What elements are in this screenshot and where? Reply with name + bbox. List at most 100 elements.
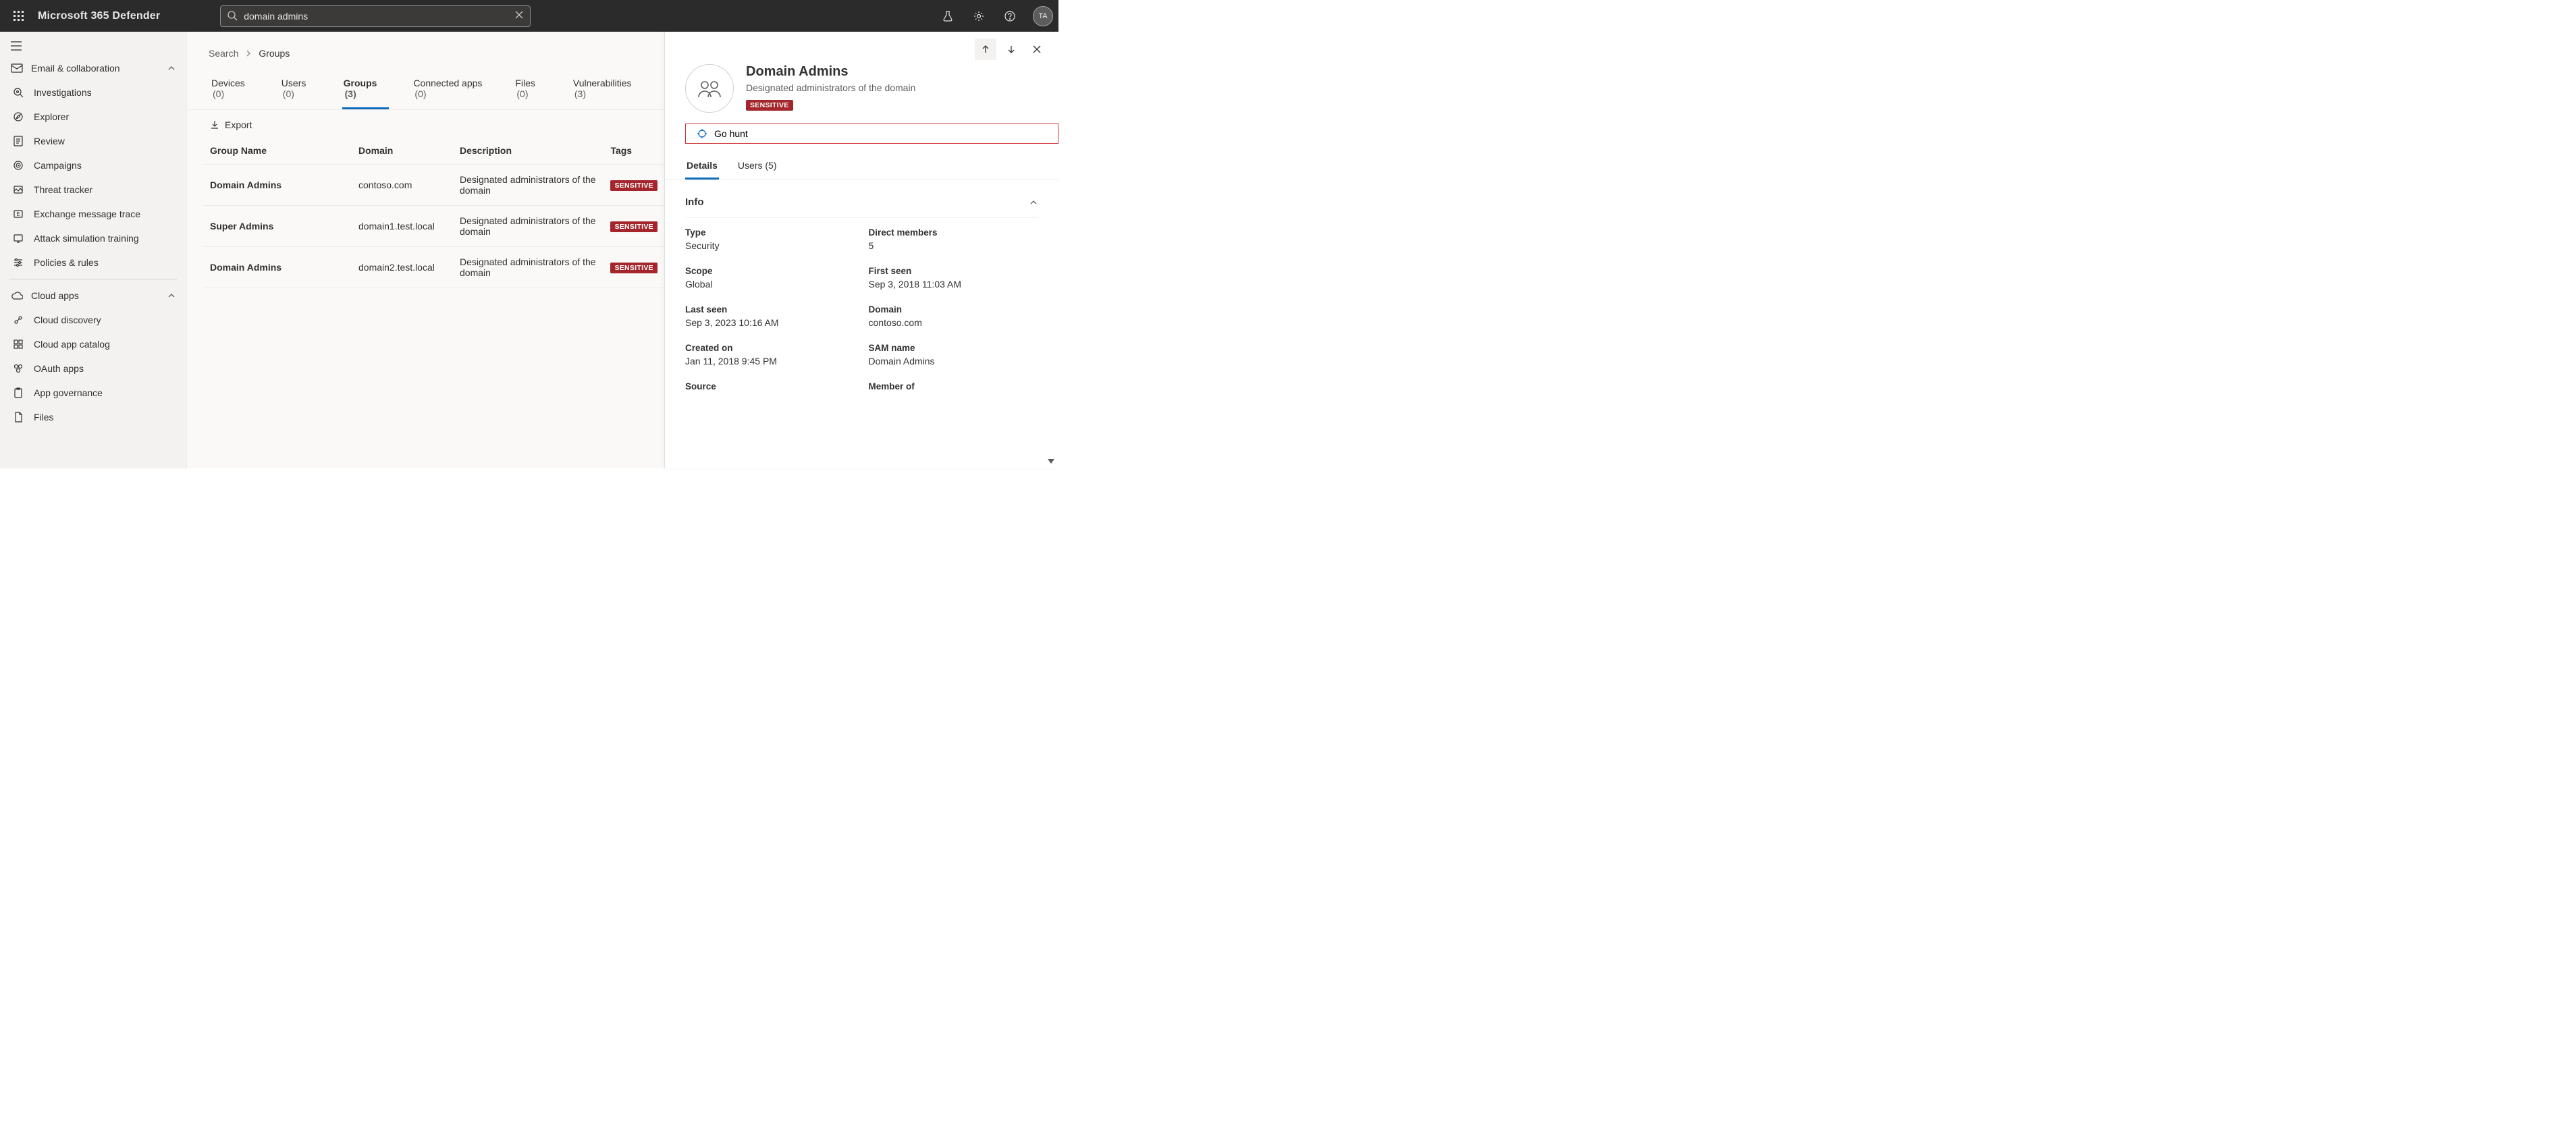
breadcrumb-current: Groups [259, 48, 290, 59]
cell-tags: SENSITIVE [603, 247, 664, 288]
settings-button[interactable] [965, 3, 992, 30]
clear-search-button[interactable] [514, 10, 524, 20]
sidebar-section-email-label: Email & collaboration [31, 63, 159, 74]
close-panel-button[interactable] [1026, 38, 1048, 60]
global-search [220, 5, 531, 27]
table-row[interactable]: Domain Admins contoso.com Designated adm… [203, 165, 664, 206]
arrow-up-icon [981, 45, 990, 54]
group-avatar [685, 64, 734, 113]
sidebar-item-label: Explorer [34, 111, 69, 122]
sidebar-section-cloud-apps[interactable]: Cloud apps [0, 283, 186, 308]
sidebar-item-files[interactable]: Files [0, 405, 186, 429]
account-avatar[interactable]: TA [1033, 6, 1053, 26]
search-input[interactable] [244, 11, 506, 22]
app-launcher-button[interactable] [5, 3, 32, 30]
sidebar-item-cloud-catalog[interactable]: Cloud app catalog [0, 332, 186, 356]
panel-title: Domain Admins [746, 64, 915, 80]
col-domain[interactable]: Domain [352, 137, 453, 165]
tab-files[interactable]: Files (0) [514, 71, 549, 109]
export-button[interactable]: Export [210, 119, 252, 130]
cell-tags: SENSITIVE [603, 206, 664, 247]
cell-name[interactable]: Domain Admins [203, 247, 352, 288]
exchange-icon: E [12, 209, 24, 219]
sidebar-section-email[interactable]: Email & collaboration [0, 56, 186, 80]
panel-tab-details[interactable]: Details [685, 153, 719, 180]
field-type: TypeSecurity [685, 227, 855, 251]
community-button[interactable] [934, 3, 961, 30]
help-button[interactable] [996, 3, 1023, 30]
investigations-icon [12, 87, 24, 98]
close-icon [1032, 45, 1042, 54]
scroll-down-indicator[interactable] [1046, 456, 1056, 466]
sidebar-item-policies[interactable]: Policies & rules [0, 250, 186, 275]
cell-name[interactable]: Domain Admins [203, 165, 352, 206]
cell-domain: contoso.com [352, 165, 453, 206]
panel-subtitle: Designated administrators of the domain [746, 82, 915, 93]
field-direct-members: Direct members5 [869, 227, 1039, 251]
flask-icon [942, 10, 954, 22]
field-member-of: Member of [869, 381, 1039, 394]
sidebar-item-label: Campaigns [34, 160, 82, 171]
tab-users[interactable]: Users (0) [280, 71, 319, 109]
sidebar-item-cloud-discovery[interactable]: Cloud discovery [0, 308, 186, 332]
review-icon [12, 136, 24, 146]
sidebar-item-label: Cloud app catalog [34, 339, 110, 350]
sidebar-item-label: Threat tracker [34, 184, 92, 195]
gear-icon [973, 10, 985, 22]
field-first-seen: First seenSep 3, 2018 11:03 AM [869, 266, 1039, 290]
sidebar-item-campaigns[interactable]: Campaigns [0, 153, 186, 178]
sidebar-item-app-governance[interactable]: App governance [0, 381, 186, 405]
tab-vulnerabilities[interactable]: Vulnerabilities (3) [572, 71, 641, 109]
cell-name[interactable]: Super Admins [203, 206, 352, 247]
sidebar-item-label: Investigations [34, 87, 92, 98]
search-box[interactable] [220, 5, 531, 27]
breadcrumb-root[interactable]: Search [209, 48, 238, 59]
panel-tab-users[interactable]: Users (5) [736, 153, 778, 180]
governance-icon [12, 387, 24, 398]
svg-text:E: E [16, 211, 20, 217]
sidebar-item-label: Files [34, 412, 54, 423]
main: Search Groups Devices (0) Users (0) Grou… [187, 32, 1058, 468]
sidebar-item-label: OAuth apps [34, 363, 84, 374]
sensitive-tag: SENSITIVE [610, 221, 658, 232]
nav-collapse-button[interactable] [0, 36, 186, 56]
cell-domain: domain1.test.local [352, 206, 453, 247]
tab-devices[interactable]: Devices (0) [210, 71, 257, 109]
sidebar-item-investigations[interactable]: Investigations [0, 80, 186, 105]
table-row[interactable]: Super Admins domain1.test.local Designat… [203, 206, 664, 247]
col-tags[interactable]: Tags [603, 137, 664, 165]
sidebar-item-review[interactable]: Review [0, 129, 186, 153]
chevron-up-icon [167, 64, 176, 72]
sidebar-item-label: Policies & rules [34, 257, 99, 268]
waffle-icon [14, 11, 24, 22]
oauth-icon [12, 363, 24, 374]
triangle-down-icon [1046, 456, 1056, 466]
go-hunt-button[interactable]: Go hunt [685, 124, 1058, 144]
tab-groups[interactable]: Groups (3) [342, 71, 390, 109]
chevron-up-icon [1029, 198, 1038, 207]
table-toolbar: Export [187, 110, 664, 137]
sidebar-item-label: Attack simulation training [34, 233, 139, 244]
arrow-down-icon [1007, 45, 1016, 54]
sidebar-item-explorer[interactable]: Explorer [0, 105, 186, 129]
sidebar-item-label: Review [34, 136, 65, 146]
table-row[interactable]: Domain Admins domain2.test.local Designa… [203, 247, 664, 288]
col-description[interactable]: Description [453, 137, 603, 165]
next-item-button[interactable] [1000, 38, 1022, 60]
hamburger-icon [11, 41, 22, 51]
cell-desc: Designated administrators of the domain [453, 165, 603, 206]
previous-item-button[interactable] [975, 38, 996, 60]
sidebar-item-attack-sim[interactable]: Attack simulation training [0, 226, 186, 250]
sidebar-item-exchange-trace[interactable]: EExchange message trace [0, 202, 186, 226]
sidebar-item-oauth[interactable]: OAuth apps [0, 356, 186, 381]
sidebar-item-threat-tracker[interactable]: Threat tracker [0, 178, 186, 202]
panel-body: Info TypeSecurity Direct members5 ScopeG… [665, 180, 1058, 408]
col-group-name[interactable]: Group Name [203, 137, 352, 165]
catalog-icon [12, 339, 24, 350]
section-info-header[interactable]: Info [685, 190, 1038, 218]
details-panel: Domain Admins Designated administrators … [664, 32, 1058, 468]
table-header-row: Group Name Domain Description Tags [203, 137, 664, 165]
result-tabs: Devices (0) Users (0) Groups (3) Connect… [187, 71, 664, 110]
campaigns-icon [12, 160, 24, 171]
tab-connected-apps[interactable]: Connected apps (0) [412, 71, 491, 109]
